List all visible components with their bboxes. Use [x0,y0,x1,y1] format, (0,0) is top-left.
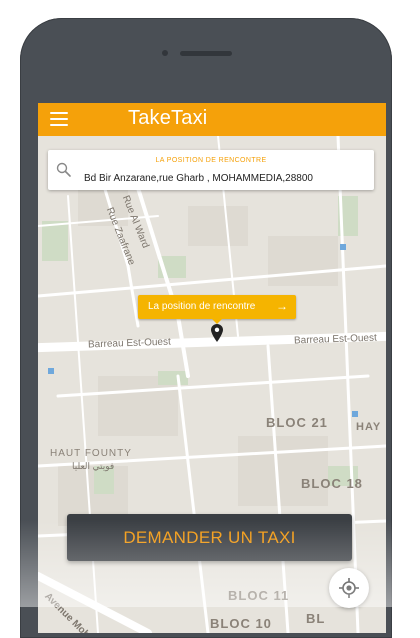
area-label-bloc-21: BLOC 21 [266,415,328,430]
request-taxi-button[interactable]: DEMANDER UN TAXI [67,514,352,561]
my-location-icon [339,578,359,598]
area-label-bloc-10: BLOC 10 [210,616,272,631]
my-location-button[interactable] [329,568,369,608]
phone-camera [162,50,168,56]
pickup-field-label: LA POSITION DE RENCONTRE [155,157,267,164]
search-icon [56,162,71,177]
app-bar: TakeTaxi [38,103,386,136]
pickup-address-value: Bd Bir Anzarane,rue Gharb , MOHAMMEDIA,2… [84,173,313,184]
pickup-confirm-label: La position de rencontre [148,301,256,312]
phone-speaker [180,51,232,56]
pickup-confirm-button[interactable]: La position de rencontre → [138,295,296,324]
area-label-bloc-11: BLOC 11 [228,588,290,603]
map-pin-icon [211,324,223,342]
area-label-haut-founty: HAUT FOUNTY [50,448,132,459]
hamburger-menu-icon[interactable] [50,112,68,126]
area-label-haut-founty-arabic: فويتي العليا [72,461,115,471]
arrow-right-icon: → [276,299,288,313]
app-title: TakeTaxi [128,107,208,129]
app-screen: Rue Al Ward Rue Zaafrane Barreau Est-Oue… [38,103,386,633]
phone-frame: Rue Al Ward Rue Zaafrane Barreau Est-Oue… [20,18,392,638]
area-label-bl: BL [306,611,326,626]
area-label-hay: HAY [356,421,382,433]
pickup-address-field[interactable]: LA POSITION DE RENCONTRE Bd Bir Anzarane… [48,150,374,190]
area-label-bloc-18: BLOC 18 [301,476,363,491]
